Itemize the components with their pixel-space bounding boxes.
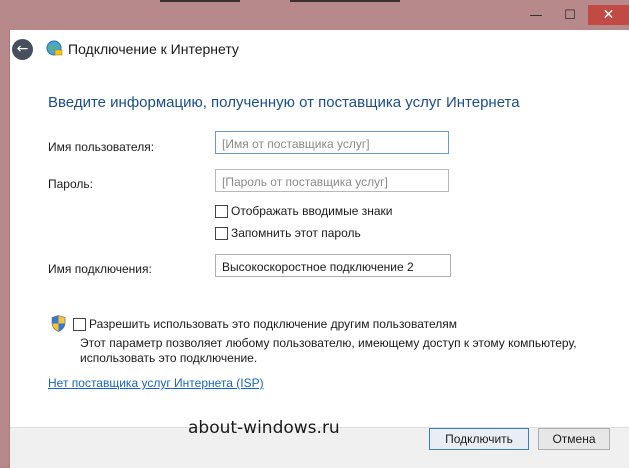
- allow-others-label: Разрешить использовать это подключение д…: [89, 317, 458, 331]
- dialog-titlebar: ← Подключение к Интернету: [10, 30, 629, 70]
- cancel-button[interactable]: Отмена: [538, 428, 610, 450]
- connect-button[interactable]: Подключить: [429, 428, 529, 450]
- minimize-button[interactable]: —: [522, 5, 550, 25]
- allow-others-description: Этот параметр позволяет любому пользоват…: [80, 336, 577, 365]
- username-label: Имя пользователя:: [48, 140, 155, 154]
- close-button[interactable]: ✕: [588, 5, 629, 25]
- password-field[interactable]: [Пароль от поставщика услуг]: [215, 169, 449, 192]
- watermark-text: about-windows.ru: [188, 418, 340, 438]
- page-heading: Введите информацию, полученную от постав…: [48, 94, 520, 111]
- dialog-title: Подключение к Интернету: [68, 41, 239, 57]
- minimize-icon: —: [529, 7, 543, 23]
- username-field[interactable]: [Имя от поставщика услуг]: [215, 131, 449, 154]
- password-label: Пароль:: [48, 177, 93, 191]
- dialog-content: Введите информацию, полученную от постав…: [10, 70, 629, 468]
- connection-name-field[interactable]: Высокоскоростное подключение 2: [215, 254, 451, 277]
- network-globe-icon: [46, 40, 63, 56]
- close-icon: ✕: [602, 7, 615, 23]
- remember-password-checkbox[interactable]: [215, 227, 228, 240]
- back-button[interactable]: ←: [12, 39, 33, 60]
- remember-password-label: Запомнить этот пароль: [231, 226, 361, 240]
- taskbar-fragment: [150, 0, 410, 4]
- show-chars-label: Отображать вводимые знаки: [231, 204, 393, 218]
- uac-shield-icon: [51, 315, 66, 332]
- allow-others-checkbox[interactable]: [73, 318, 86, 331]
- dialog-window: ← Подключение к Интернету Введите информ…: [9, 30, 629, 468]
- connection-name-label: Имя подключения:: [48, 262, 152, 276]
- maximize-button[interactable]: ☐: [556, 5, 584, 25]
- maximize-icon: ☐: [564, 7, 576, 23]
- show-chars-checkbox[interactable]: [215, 205, 228, 218]
- arrow-left-icon: ←: [16, 41, 29, 57]
- no-isp-link[interactable]: Нет поставщика услуг Интернета (ISP): [48, 376, 264, 390]
